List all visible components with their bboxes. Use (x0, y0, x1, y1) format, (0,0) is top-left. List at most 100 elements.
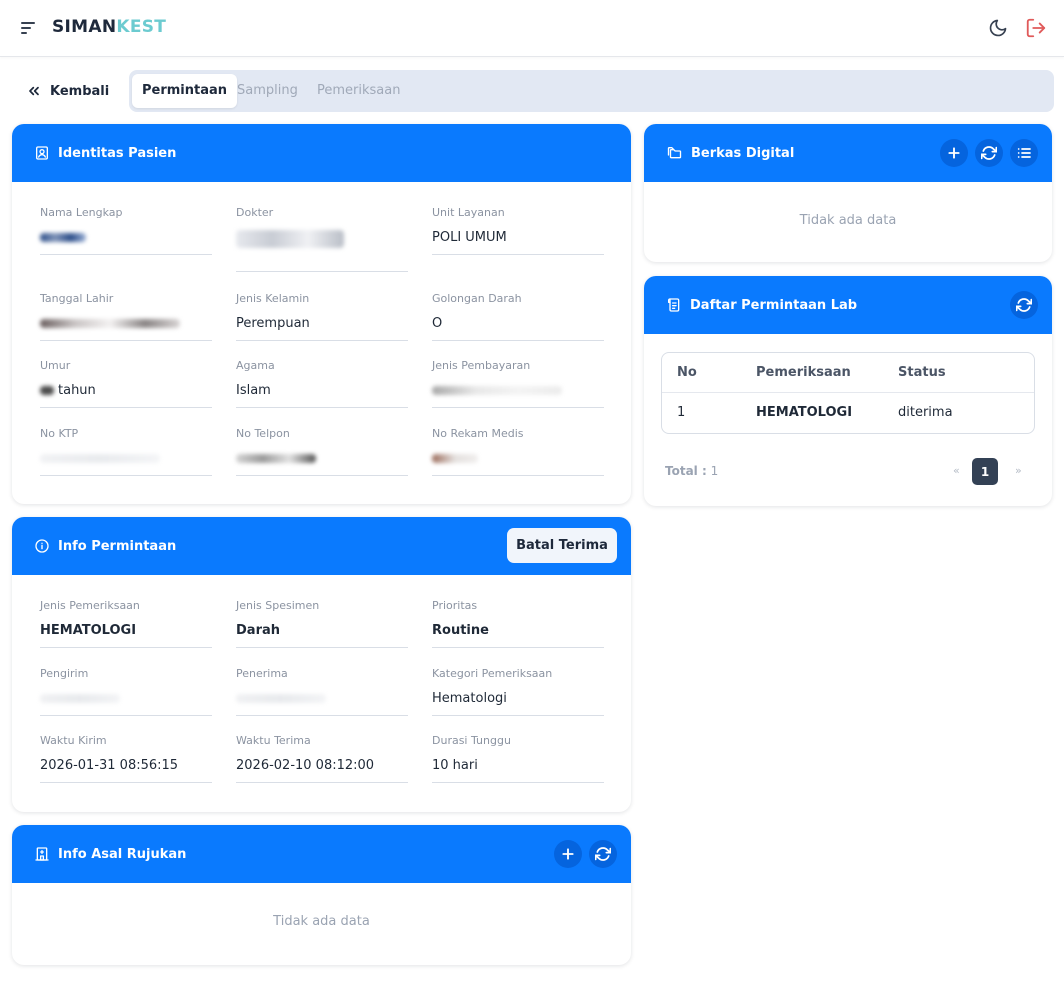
lab-table: No Pemeriksaan Status 1 HEMATOLOGI diter… (661, 352, 1035, 434)
tab-pemeriksaan[interactable]: Pemeriksaan (307, 74, 410, 108)
logout-icon[interactable] (1025, 17, 1047, 39)
field-value (40, 316, 212, 332)
id-badge-icon (36, 146, 48, 160)
card-title: Info Permintaan (34, 517, 176, 575)
refresh-icon (595, 847, 611, 861)
field-jenis-pembayaran: Jenis Pembayaran (432, 359, 604, 408)
field-value (432, 383, 604, 399)
refresh-rujukan-button[interactable] (589, 840, 617, 868)
field-underline (236, 340, 408, 341)
refresh-berkas-button[interactable] (975, 139, 1003, 167)
card-title: Daftar Permintaan Lab (666, 276, 857, 334)
field-underline (236, 407, 408, 408)
page-next-button[interactable]: » (1015, 464, 1022, 477)
field-label: Penerima (236, 667, 288, 680)
batal-terima-button[interactable]: Batal Terima (507, 528, 617, 563)
cell-no: 1 (677, 405, 686, 420)
identitas-pasien-card: Identitas Pasien Nama Lengkap Dokter Uni… (12, 124, 631, 504)
field-value: POLI UMUM (432, 230, 507, 245)
redacted-value (40, 319, 180, 328)
page-prev-button[interactable]: « (953, 464, 960, 477)
field-jenis-pemeriksaan: Jenis Pemeriksaan HEMATOLOGI (40, 599, 212, 648)
field-label: Tanggal Lahir (40, 292, 114, 305)
field-golongan-darah: Golongan Darah O (432, 292, 604, 341)
total-label: Total : (665, 464, 707, 478)
total-count: Total : 1 (665, 464, 718, 478)
card-title: Identitas Pasien (34, 124, 176, 182)
field-label: No KTP (40, 427, 79, 440)
brand-part-1: SIMAN (52, 17, 117, 37)
folders-icon (667, 147, 682, 159)
refresh-lab-button[interactable] (1010, 291, 1038, 319)
field-underline (236, 271, 408, 272)
field-underline (236, 647, 408, 648)
field-label: Durasi Tunggu (432, 734, 511, 747)
field-no-telpon: No Telpon (236, 427, 408, 476)
redacted-value (40, 694, 120, 703)
info-permintaan-title: Info Permintaan (58, 538, 177, 554)
moon-icon[interactable] (988, 18, 1008, 38)
berkas-digital-card: Berkas Digital Tidak ada data (644, 124, 1052, 262)
redacted-value (236, 454, 316, 463)
cell-pemeriksaan: HEMATOLOGI (756, 405, 853, 420)
field-underline (40, 647, 212, 648)
field-label: Pengirim (40, 667, 89, 680)
field-durasi-tunggu: Durasi Tunggu 10 hari (432, 734, 604, 783)
add-berkas-button[interactable] (940, 139, 968, 167)
field-tanggal-lahir: Tanggal Lahir (40, 292, 212, 341)
page-number-button[interactable]: 1 (972, 458, 998, 485)
redacted-value (236, 230, 344, 248)
card-header: Info Asal Rujukan (12, 825, 631, 883)
back-label: Kembali (50, 83, 110, 99)
field-label: Unit Layanan (432, 206, 505, 219)
card-header: Info Permintaan Batal Terima (12, 517, 631, 575)
tab-sampling[interactable]: Sampling (227, 74, 308, 108)
field-value (432, 451, 604, 467)
hospital-icon (35, 847, 49, 861)
redacted-value (236, 694, 326, 703)
plus-icon (948, 147, 960, 159)
field-underline (432, 782, 604, 783)
field-prioritas: Prioritas Routine (432, 599, 604, 648)
field-agama: Agama Islam (236, 359, 408, 408)
field-label: No Telpon (236, 427, 290, 440)
field-underline (432, 715, 604, 716)
berkas-title: Berkas Digital (691, 145, 795, 161)
field-penerima: Penerima (236, 667, 408, 716)
field-value (236, 691, 408, 707)
field-value (40, 691, 212, 707)
top-bar: SIMANKEST (0, 0, 1064, 57)
field-label: Waktu Terima (236, 734, 311, 747)
app-logo[interactable]: SIMANKEST (52, 17, 166, 37)
tab-permintaan[interactable]: Permintaan (132, 74, 238, 108)
back-button[interactable]: Kembali (26, 80, 109, 102)
field-underline (432, 340, 604, 341)
document-list-icon (668, 298, 680, 312)
column-header-status: Status (898, 365, 946, 380)
field-value: Darah (236, 623, 281, 638)
field-label: Umur (40, 359, 71, 372)
field-value: 10 hari (432, 758, 478, 773)
table-row[interactable]: 1 HEMATOLOGI diterima (662, 393, 1034, 434)
field-umur: Umur tahun (40, 359, 212, 408)
field-underline (40, 254, 212, 255)
tab-bar: Permintaan Sampling Pemeriksaan (129, 70, 1054, 112)
redacted-value (40, 233, 86, 242)
empty-state: Tidak ada data (799, 213, 897, 228)
field-label: Waktu Kirim (40, 734, 107, 747)
field-waktu-kirim: Waktu Kirim 2026-01-31 08:56:15 (40, 734, 212, 783)
list-icon (1017, 148, 1031, 158)
list-berkas-button[interactable] (1010, 139, 1038, 167)
field-underline (40, 715, 212, 716)
field-underline (236, 782, 408, 783)
lab-title: Daftar Permintaan Lab (690, 297, 858, 313)
card-header: Daftar Permintaan Lab (644, 276, 1052, 334)
add-rujukan-button[interactable] (554, 840, 582, 868)
redacted-value (432, 454, 478, 463)
field-value (40, 451, 212, 467)
field-jenis-spesimen: Jenis Spesimen Darah (236, 599, 408, 648)
daftar-permintaan-lab-card: Daftar Permintaan Lab No Pemeriksaan Sta… (644, 276, 1052, 506)
menu-icon[interactable] (21, 22, 35, 34)
field-label: Prioritas (432, 599, 478, 612)
field-underline (236, 475, 408, 476)
